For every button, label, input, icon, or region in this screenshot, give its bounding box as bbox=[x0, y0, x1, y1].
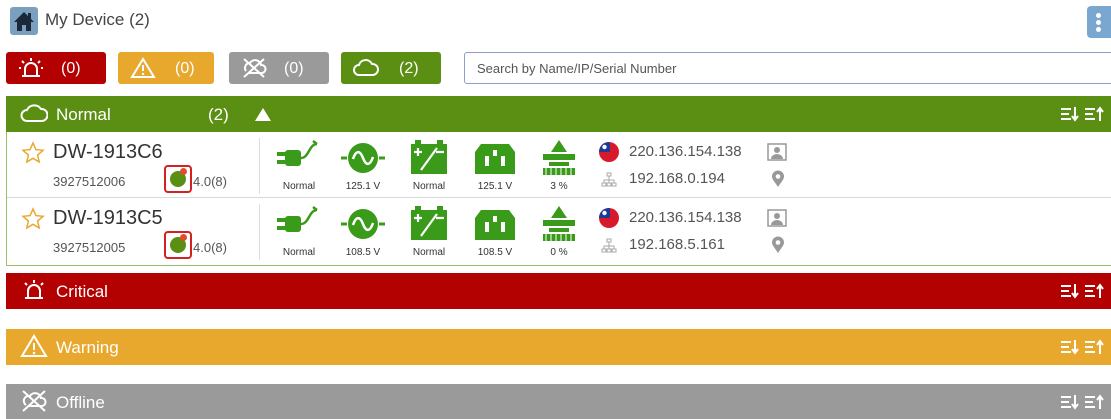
output-voltage-value: 108.5 V bbox=[477, 247, 513, 258]
notification-dot bbox=[180, 234, 187, 241]
vertical-dots-icon bbox=[1096, 13, 1101, 18]
section-critical-header[interactable]: Critical bbox=[6, 273, 1111, 309]
load-value: 0 % bbox=[550, 247, 568, 258]
section-offline-header[interactable]: Offline bbox=[6, 384, 1111, 419]
offline-icon bbox=[22, 390, 47, 412]
section-warning-title: Warning bbox=[56, 338, 119, 357]
offline-icon bbox=[243, 58, 267, 78]
power-status: Normal bbox=[269, 138, 329, 196]
page-title: My Device (2) bbox=[45, 10, 150, 29]
section-warning-header[interactable]: Warning bbox=[6, 329, 1111, 365]
device-serial: 3927512006 bbox=[53, 174, 126, 189]
location-pin-icon[interactable] bbox=[771, 236, 785, 254]
power-plug-icon bbox=[277, 206, 318, 232]
country-flag-icon bbox=[599, 208, 619, 228]
section-normal-count: (2) bbox=[208, 105, 229, 124]
ac-outlet-icon bbox=[475, 144, 515, 174]
power-status-label: Normal bbox=[282, 181, 316, 192]
user-contact-icon[interactable] bbox=[767, 209, 787, 227]
notification-dot bbox=[180, 168, 187, 175]
lan-ip: 192.168.0.194 bbox=[629, 170, 725, 187]
battery-icon bbox=[411, 206, 447, 240]
input-voltage: 125.1 V bbox=[333, 138, 393, 196]
output-voltage: 125.1 V bbox=[465, 138, 525, 196]
sort-icon[interactable] bbox=[1061, 394, 1107, 410]
filter-normal-count: (2) bbox=[399, 60, 419, 77]
power-plug-icon bbox=[277, 140, 318, 166]
ac-wave-icon bbox=[341, 209, 385, 239]
firmware-update-button[interactable] bbox=[164, 165, 192, 193]
filter-normal-button[interactable]: (2) bbox=[341, 52, 441, 84]
lan-ip: 192.168.5.161 bbox=[629, 236, 725, 253]
cloud-icon bbox=[353, 59, 379, 76]
filter-critical-button[interactable]: (0) bbox=[6, 52, 106, 84]
input-voltage-value: 108.5 V bbox=[345, 247, 381, 258]
load-scale-icon bbox=[543, 140, 575, 175]
favorite-star-icon[interactable] bbox=[21, 207, 45, 231]
sort-icon[interactable] bbox=[1061, 283, 1107, 299]
input-voltage: 108.5 V bbox=[333, 204, 393, 262]
device-list: DW-1913C6 3927512006 4.0(8) Normal 125.1… bbox=[6, 132, 1111, 266]
menu-button[interactable] bbox=[1087, 6, 1111, 38]
filter-offline-button[interactable]: (0) bbox=[229, 52, 329, 84]
wan-ip: 220.136.154.138 bbox=[629, 143, 742, 160]
filter-warning-count: (0) bbox=[175, 60, 195, 77]
filter-critical-count: (0) bbox=[61, 60, 81, 77]
warning-triangle-icon bbox=[20, 334, 48, 357]
load-value: 3 % bbox=[550, 181, 568, 192]
network-icon bbox=[601, 172, 617, 187]
country-flag-icon bbox=[599, 142, 619, 162]
firmware-update-button[interactable] bbox=[164, 231, 192, 259]
warning-triangle-icon bbox=[130, 57, 156, 78]
ac-wave-icon bbox=[341, 143, 385, 173]
ac-outlet-icon bbox=[475, 210, 515, 240]
power-status-label: Normal bbox=[282, 247, 316, 258]
divider bbox=[259, 138, 260, 194]
battery-icon bbox=[411, 140, 447, 174]
siren-icon bbox=[19, 58, 43, 77]
filter-warning-button[interactable]: (0) bbox=[118, 52, 214, 84]
device-row[interactable]: DW-1913C5 3927512005 4.0(8) Normal 108.5… bbox=[7, 198, 1111, 264]
sort-icon[interactable] bbox=[1061, 106, 1107, 122]
search-input[interactable] bbox=[464, 52, 1111, 84]
section-normal-title: Normal bbox=[56, 105, 111, 124]
section-offline-title: Offline bbox=[56, 393, 105, 412]
user-contact-icon[interactable] bbox=[767, 143, 787, 161]
device-serial: 3927512005 bbox=[53, 240, 126, 255]
section-normal-header[interactable]: Normal (2) bbox=[6, 96, 1111, 132]
network-icon bbox=[601, 238, 617, 253]
wan-ip: 220.136.154.138 bbox=[629, 209, 742, 226]
filter-offline-count: (0) bbox=[284, 60, 304, 77]
load-status: 0 % bbox=[529, 204, 589, 262]
favorite-star-icon[interactable] bbox=[21, 141, 45, 165]
load-status: 3 % bbox=[529, 138, 589, 196]
battery-status: Normal bbox=[399, 138, 459, 196]
header: My Device (2) bbox=[0, 0, 1111, 44]
output-voltage: 108.5 V bbox=[465, 204, 525, 262]
load-scale-icon bbox=[543, 206, 575, 241]
input-voltage-value: 125.1 V bbox=[345, 181, 381, 192]
section-critical-title: Critical bbox=[56, 282, 108, 301]
location-pin-icon[interactable] bbox=[771, 170, 785, 188]
home-icon[interactable] bbox=[10, 7, 38, 35]
cloud-icon bbox=[20, 104, 48, 122]
collapse-arrow-icon[interactable] bbox=[254, 106, 272, 122]
device-name[interactable]: DW-1913C5 bbox=[53, 207, 163, 230]
sort-icon[interactable] bbox=[1061, 339, 1107, 355]
siren-icon bbox=[24, 280, 44, 299]
device-row[interactable]: DW-1913C6 3927512006 4.0(8) Normal 125.1… bbox=[7, 132, 1111, 198]
device-name[interactable]: DW-1913C6 bbox=[53, 141, 163, 164]
device-firmware: 4.0(8) bbox=[193, 174, 227, 189]
power-status: Normal bbox=[269, 204, 329, 262]
battery-status-label: Normal bbox=[412, 247, 446, 258]
divider bbox=[259, 204, 260, 260]
output-voltage-value: 125.1 V bbox=[477, 181, 513, 192]
battery-status-label: Normal bbox=[412, 181, 446, 192]
device-firmware: 4.0(8) bbox=[193, 240, 227, 255]
battery-status: Normal bbox=[399, 204, 459, 262]
